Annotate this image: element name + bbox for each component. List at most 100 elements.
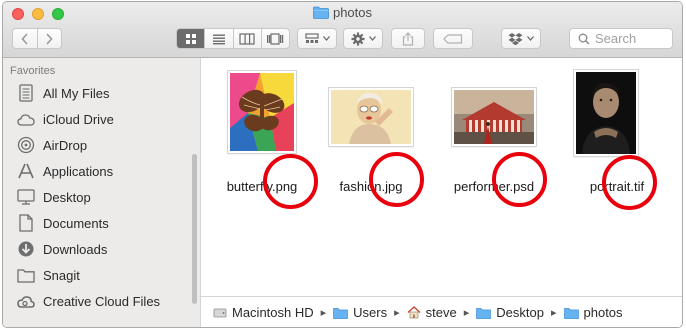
desktop-icon: [17, 188, 35, 206]
search-icon: [578, 33, 590, 45]
file-thumbnail: [329, 88, 413, 146]
sidebar-item-label: AirDrop: [43, 137, 88, 153]
airdrop-icon: [17, 136, 35, 154]
butterfly-image-icon: [230, 73, 294, 151]
sidebar-item-label: Creative Cloud Files: [43, 293, 161, 309]
file-item-performer[interactable]: performer.psd: [439, 66, 549, 207]
titlebar: photos Search: [3, 2, 682, 58]
folder-icon: [313, 6, 329, 19]
path-crumb-photos[interactable]: photos: [563, 305, 623, 320]
hard-drive-icon: [213, 308, 227, 317]
chevron-down-icon: [322, 36, 330, 41]
sidebar-item-airdrop[interactable]: AirDrop: [17, 134, 192, 156]
sidebar-item-label: Applications: [43, 163, 114, 179]
forward-button[interactable]: [38, 29, 62, 48]
finder-window: photos Search Favorites All My Files iCl…: [2, 1, 683, 328]
tags-button[interactable]: [433, 28, 473, 49]
documents-icon: [17, 214, 35, 232]
portrait-image-icon: [576, 72, 636, 154]
path-crumb-users[interactable]: Users: [333, 305, 387, 320]
sidebar-header: Favorites: [10, 65, 56, 77]
file-item-fashion[interactable]: fashion.jpg: [316, 66, 426, 207]
sidebar-scrollbar[interactable]: [192, 154, 197, 304]
action-button[interactable]: [343, 28, 383, 49]
view-mode-control: [176, 28, 290, 49]
dropbox-button[interactable]: [501, 28, 541, 49]
sidebar-item-label: All My Files: [43, 85, 110, 101]
sidebar-item-applications[interactable]: Applications: [17, 160, 192, 182]
gear-icon: [351, 32, 364, 45]
annotation-circle: [492, 152, 547, 207]
icon-view-icon: [185, 33, 196, 44]
annotation-circle: [602, 155, 657, 210]
search-field[interactable]: Search: [569, 28, 673, 49]
sidebar-item-label: Downloads: [43, 241, 108, 257]
sidebar-item-label: Snagit: [43, 267, 80, 283]
performer-image-icon: [454, 90, 534, 144]
cloud-icon: [17, 110, 35, 128]
folder-icon: [17, 266, 35, 284]
dropbox-icon: [508, 32, 523, 45]
share-button[interactable]: [391, 28, 425, 49]
path-crumb-label: Users: [353, 305, 388, 320]
file-item-portrait[interactable]: portrait.tif: [562, 66, 672, 210]
chevron-right-icon: [46, 32, 53, 45]
chevron-right-icon: ▸: [394, 307, 400, 319]
chevron-left-icon: [21, 32, 28, 45]
sidebar-item-snagit[interactable]: Snagit: [17, 264, 192, 286]
chevron-right-icon: ▸: [320, 307, 327, 319]
sidebar-item-creative-cloud-files[interactable]: Creative Cloud Files: [17, 290, 192, 312]
annotation-circle: [263, 154, 318, 209]
arrange-button[interactable]: [297, 28, 337, 49]
share-icon: [402, 31, 414, 46]
file-thumbnail: [228, 71, 296, 153]
path-crumb-macintosh-hd[interactable]: Macintosh HD: [213, 305, 314, 320]
sidebar-item-label: Documents: [43, 215, 109, 231]
creative-cloud-icon: [17, 292, 35, 310]
column-view-icon: [239, 32, 255, 45]
folder-icon: [333, 307, 349, 319]
sidebar-item-icloud-drive[interactable]: iCloud Drive: [17, 108, 192, 130]
path-crumb-label: Desktop: [496, 305, 544, 320]
path-bar: Macintosh HD ▸ Users ▸ steve ▸ Desktop ▸…: [201, 296, 682, 327]
chevron-down-icon: [527, 36, 534, 41]
file-thumbnail: [574, 70, 638, 156]
cover-flow-button[interactable]: [262, 29, 289, 48]
window-title-label: photos: [332, 5, 373, 20]
path-crumb-desktop[interactable]: Desktop: [476, 305, 544, 320]
path-crumb-label: steve: [425, 305, 457, 320]
all-files-icon: [17, 84, 35, 102]
folder-icon: [476, 307, 492, 319]
icon-view-button[interactable]: [177, 29, 206, 48]
tag-icon: [443, 33, 463, 44]
column-view-button[interactable]: [234, 29, 262, 48]
sidebar-item-documents[interactable]: Documents: [17, 212, 192, 234]
file-browser-area: butterfly.png fashion.jpg performer.psd …: [201, 58, 682, 296]
sidebar-item-label: iCloud Drive: [43, 111, 114, 127]
sidebar-item-desktop[interactable]: Desktop: [17, 186, 192, 208]
path-crumb-steve[interactable]: steve: [407, 305, 457, 320]
folder-icon: [563, 307, 579, 319]
chevron-down-icon: [368, 36, 376, 41]
file-item-butterfly[interactable]: butterfly.png: [207, 66, 318, 209]
window-title: photos: [3, 5, 682, 23]
file-thumbnail: [452, 88, 536, 146]
sidebar-item-downloads[interactable]: Downloads: [17, 238, 192, 260]
sidebar-item-all-my-files[interactable]: All My Files: [17, 82, 192, 104]
downloads-icon: [17, 240, 35, 258]
sidebar: Favorites All My Files iCloud Drive AirD…: [3, 58, 201, 327]
arrange-icon: [304, 32, 319, 43]
list-view-icon: [212, 34, 225, 44]
path-crumb-label: photos: [583, 305, 623, 320]
cover-flow-icon: [267, 32, 284, 45]
list-view-button[interactable]: [205, 29, 234, 48]
search-placeholder: Search: [595, 31, 637, 46]
chevron-right-icon: ▸: [463, 307, 470, 319]
annotation-circle: [369, 152, 424, 207]
path-crumb-label: Macintosh HD: [232, 305, 314, 320]
back-button[interactable]: [13, 29, 38, 48]
sidebar-item-label: Desktop: [43, 189, 91, 205]
fashion-image-icon: [331, 90, 411, 144]
back-forward-control: [12, 28, 62, 49]
applications-icon: [17, 162, 35, 180]
